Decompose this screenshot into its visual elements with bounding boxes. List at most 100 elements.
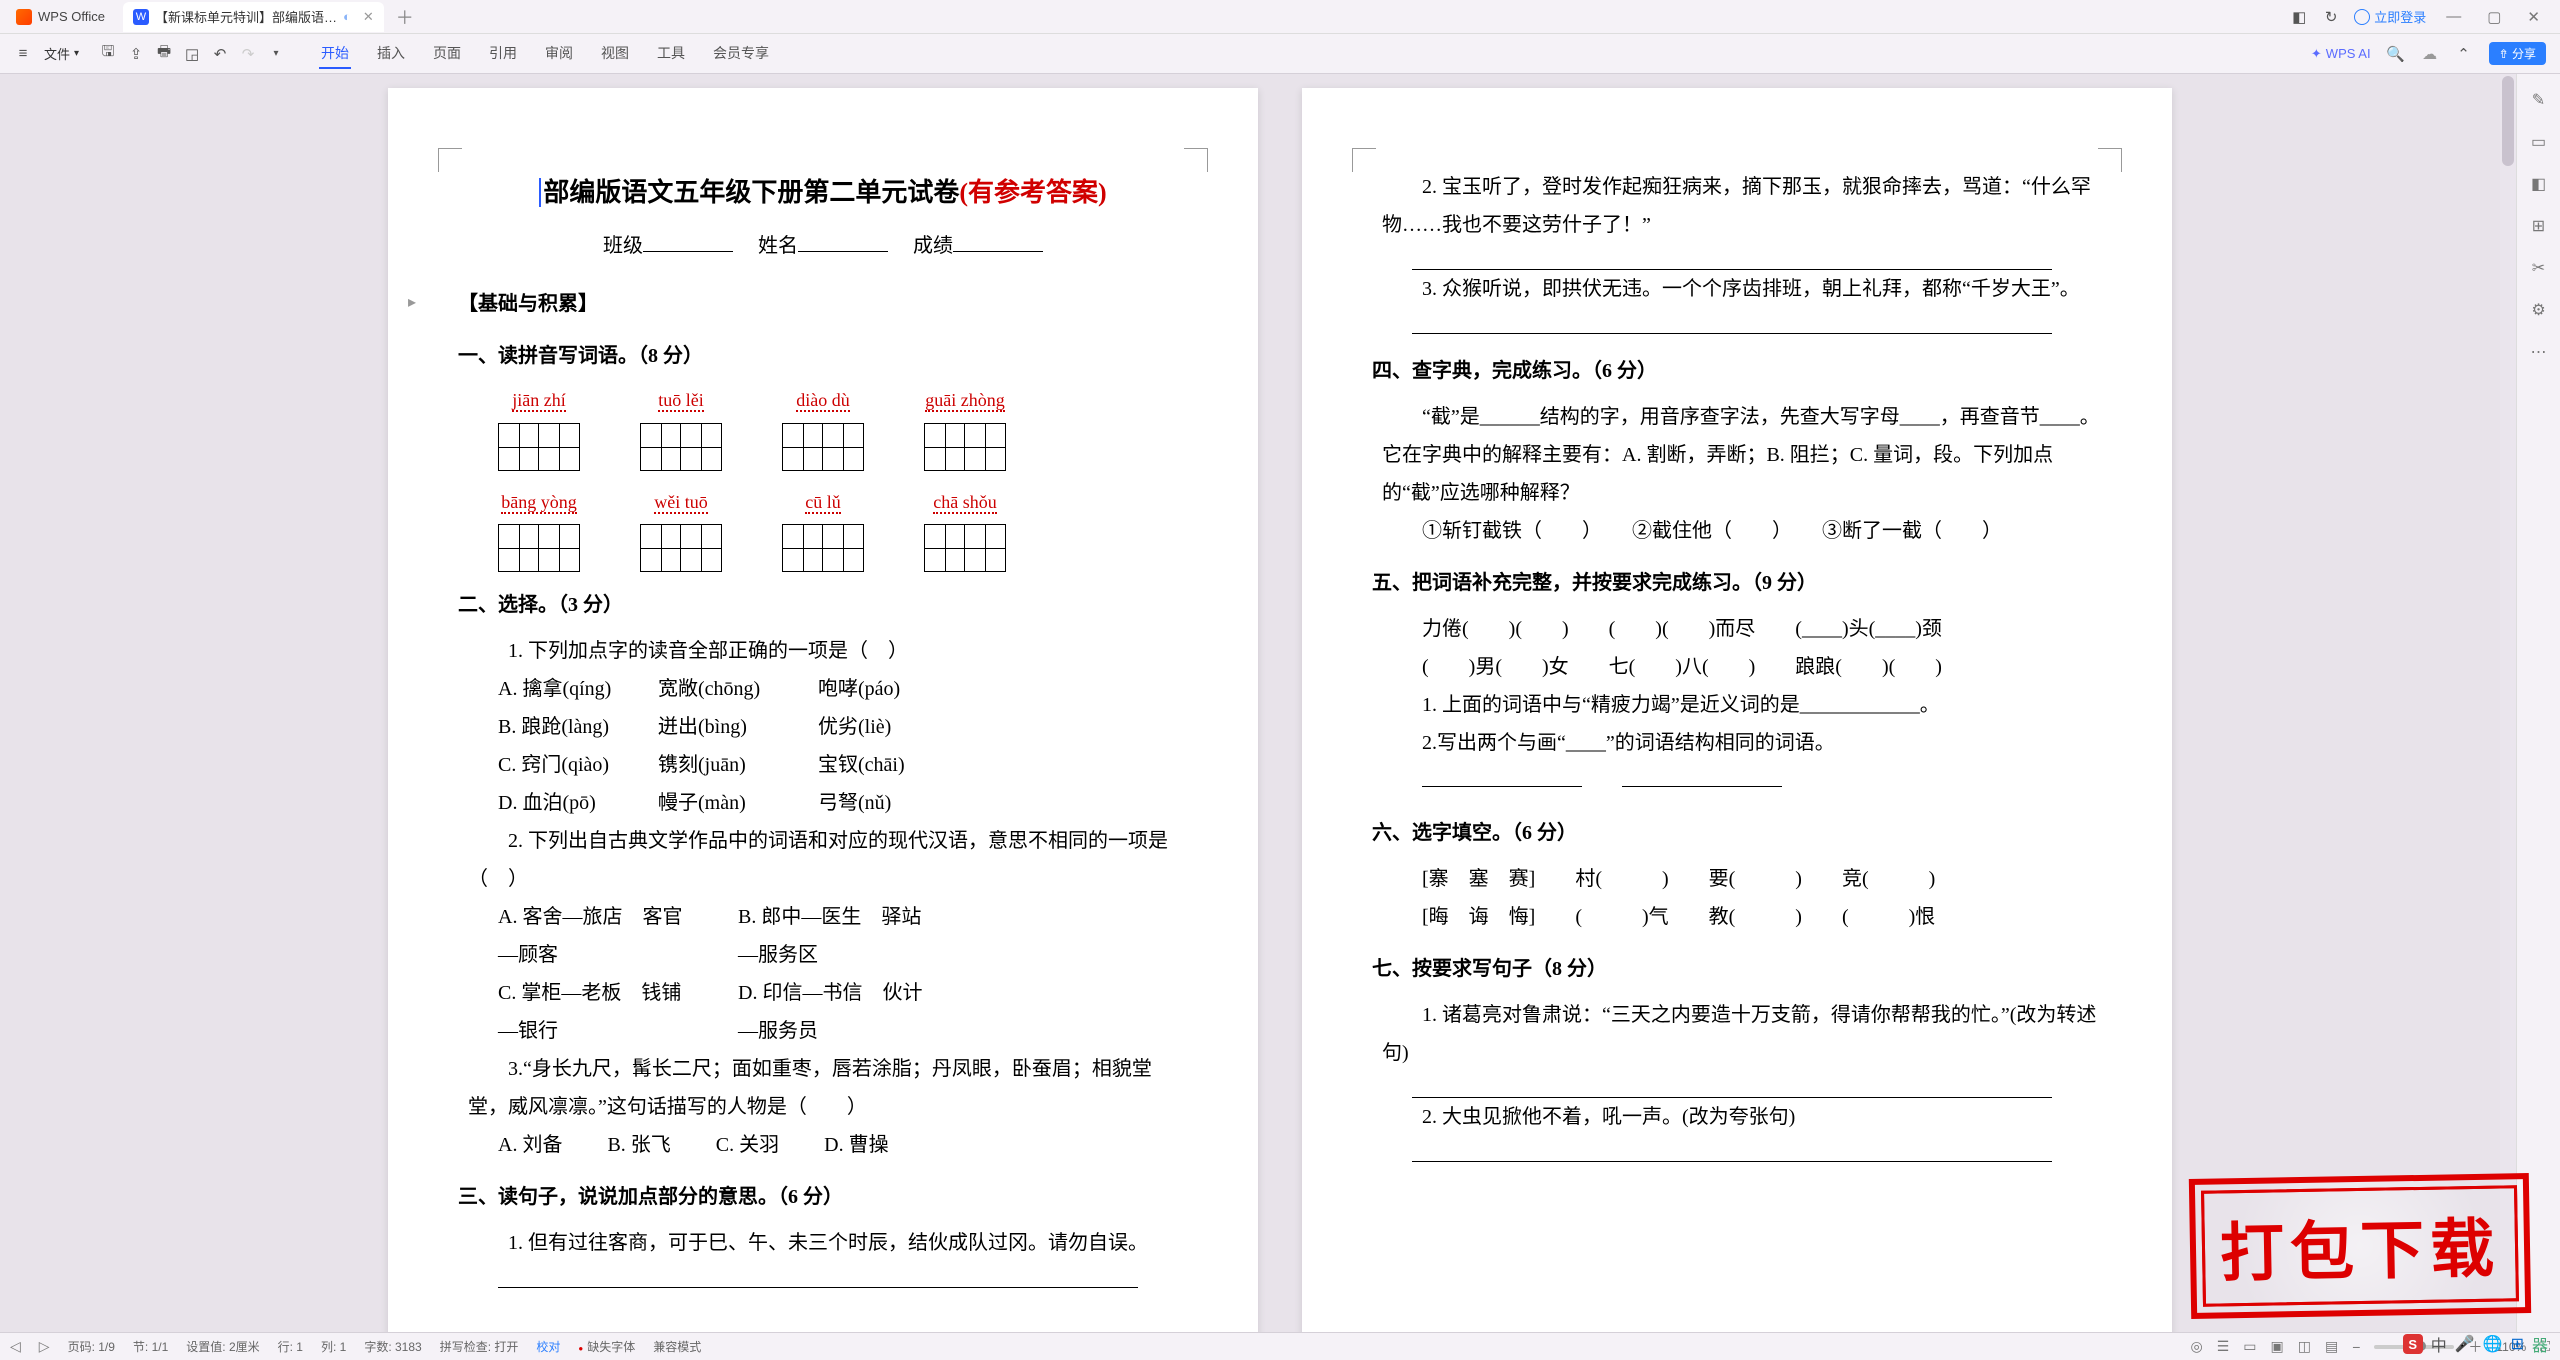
save-icon[interactable]: 🖫 [99,45,117,63]
tab-view[interactable]: 视图 [599,39,631,69]
wps-ai-button[interactable]: ✦ WPS AI [2311,46,2371,62]
status-col: 列: 1 [321,1338,346,1355]
tray-ime-icon[interactable]: 中 [2431,1332,2447,1356]
question-4: 四、查字典，完成练习。（6 分） [1372,352,2102,390]
cloud-icon[interactable]: ☁ [2421,45,2439,63]
answer-blank [1412,1080,2052,1098]
web-layout-icon[interactable]: ◫ [2298,1338,2311,1355]
tab-tools[interactable]: 工具 [655,39,687,69]
sidebar-toggle-icon[interactable]: ◧ [2290,8,2308,26]
p2-line1: 2. 宝玉听了，登时发作起痴狂病来，摘下那玉，就狠命摔去，骂道：“什么罕物……我… [1382,168,2102,244]
q2-2-ab: A. 客舍—旅店 客官—顾客 B. 郎中—医生 驿站—服务区 [498,898,1188,974]
search-icon[interactable]: 🔍 [2387,45,2405,63]
print-icon[interactable]: 🖶 [155,45,173,63]
wps-icon [16,9,32,25]
tab-review[interactable]: 审阅 [543,39,575,69]
section-heading: 【基础与积累】 [458,285,1188,323]
view-mode-icon[interactable]: ☰ [2217,1338,2230,1355]
template-icon[interactable]: ⊞ [2529,216,2549,236]
tray-app-icon[interactable]: S [2403,1334,2423,1354]
q2-1: 1. 下列加点字的读音全部正确的一项是（ ） [468,632,1188,670]
question-1: 一、读拼音写词语。（8 分） [458,337,1188,375]
login-button[interactable]: 立即登录 [2354,7,2426,26]
cloud-sync-icon: ◐ [343,9,351,24]
titlebar: WPS Office W 【新课标单元特训】部编版语… ◐ ✕ ＋ ◧ ↻ 立即… [0,0,2560,34]
q5-line1: 力倦( )( ) ( )( )而尽 (____)头(____)颈 [1382,610,2102,648]
document-canvas[interactable]: ▸ 部编版语文五年级下册第二单元试卷(有参考答案) 班级 姓名 成绩 【基础与积… [0,74,2560,1332]
more-icon[interactable]: ⋯ [2529,342,2549,362]
tray-mic-icon[interactable]: 🎤 [2455,1334,2475,1354]
status-spellcheck[interactable]: 拼写检查: 打开 [440,1338,519,1355]
close-window-button[interactable]: ✕ [2521,8,2546,26]
q2-1-b: B. 踉跄(làng)迸出(bìng)优劣(liè) [498,708,1188,746]
add-tab-button[interactable]: ＋ [384,4,426,30]
q2-2: 2. 下列出自古典文学作品中的词语和对应的现代汉语，意思不相同的一项是（ ） [468,822,1188,898]
close-tab-icon[interactable]: ✕ [363,9,374,25]
vertical-scrollbar[interactable] [2500,74,2516,1332]
redo-icon[interactable]: ↷ [239,45,257,63]
answer-blank [498,1270,1138,1288]
print-preview-icon[interactable]: ◲ [183,45,201,63]
collapse-ribbon-icon[interactable]: ⌃ [2455,45,2473,63]
tab-start[interactable]: 开始 [319,39,351,69]
target-icon[interactable]: ◎ [2190,1338,2202,1355]
tab-insert[interactable]: 插入 [375,39,407,69]
tab-reference[interactable]: 引用 [487,39,519,69]
system-tray: S 中 🎤 🌐 ⊞ 器 [2403,1332,2548,1356]
file-menu[interactable]: 文件 ▾ [38,44,85,63]
q2-2-cd: C. 掌柜—老板 钱铺—银行 D. 印信—书信 伙计—服务员 [498,974,1188,1050]
answer-blank [1412,316,2052,334]
page-layout-icon[interactable]: ▭ [2243,1338,2256,1355]
outline-view-icon[interactable]: ▤ [2325,1338,2338,1355]
status-proof[interactable]: 校对 [536,1338,560,1355]
status-missing-font[interactable]: 缺失字体 [578,1338,635,1355]
pinyin-row-2: bāng yòng wěi tuō cū lǔ chā shǒu [498,485,1188,572]
tab-page[interactable]: 页面 [431,39,463,69]
word-doc-icon: W [133,9,149,25]
document-title: 部编版语文五年级下册第二单元试卷(有参考答案) [458,168,1188,217]
ribbon: ≡ 文件 ▾ 🖫 ⇪ 🖶 ◲ ↶ ↷ ▾ 开始 插入 页面 引用 审阅 视图 工… [0,34,2560,74]
tab-member[interactable]: 会员专享 [711,39,771,69]
nav-next-icon[interactable]: ▷ [39,1338,50,1355]
question-5: 五、把词语补充完整，并按要求完成练习。（9 分） [1372,564,2102,602]
dropdown-icon[interactable]: ▾ [267,45,285,63]
answer-blank [1412,252,2052,270]
zoom-out-icon[interactable]: − [2352,1339,2360,1355]
export-icon[interactable]: ⇪ [127,45,145,63]
status-wordcount[interactable]: 字数: 3183 [364,1338,421,1355]
answer-blank [1412,1144,2052,1162]
app-logo[interactable]: WPS Office [6,9,115,25]
tray-util-icon[interactable]: 器 [2532,1332,2548,1356]
maximize-button[interactable]: ▢ [2481,8,2507,26]
select-icon[interactable]: ▭ [2529,132,2549,152]
tray-tool-icon[interactable]: ⊞ [2511,1334,2524,1354]
menu-icon[interactable]: ≡ [14,45,32,63]
outline-handle-icon[interactable]: ▸ [408,288,428,308]
q2-1-a: A. 擒拿(qíng)宽敞(chōng)咆哮(páo) [498,670,1188,708]
q5-line2: ( )男( )女 七( )八( ) 踉踉( )( ) [1382,648,2102,686]
settings-icon[interactable]: ⚙ [2529,300,2549,320]
history-icon[interactable]: ↻ [2322,8,2340,26]
pinyin-row-1: jiān zhí tuō lěi diào dù guāi zhòng [498,383,1188,470]
q6-line2: [晦 诲 悔] ( )气 教( ) ( )恨 [1382,898,2102,936]
read-mode-icon[interactable]: ▣ [2270,1338,2283,1355]
download-stamp[interactable]: 打包下载 [2189,1173,2531,1319]
q2-3: 3.“身长九尺，髯长二尺；面如重枣，唇若涂脂；丹凤眼，卧蚕眉；相貌堂堂，威风凛凛… [468,1050,1188,1126]
edit-icon[interactable]: ✎ [2529,90,2549,110]
scrollbar-thumb[interactable] [2502,76,2514,166]
question-2: 二、选择。（3 分） [458,586,1188,624]
minimize-button[interactable]: — [2440,8,2467,25]
margin-corner-icon [1184,148,1208,172]
tray-net-icon[interactable]: 🌐 [2483,1334,2503,1354]
clip-icon[interactable]: ✂ [2529,258,2549,278]
status-section: 节: 1/1 [133,1338,168,1355]
document-tab[interactable]: W 【新课标单元特训】部编版语… ◐ ✕ [123,2,384,32]
share-button[interactable]: ⇮ 分享 [2489,42,2546,65]
layers-icon[interactable]: ◧ [2529,174,2549,194]
nav-prev-icon[interactable]: ◁ [10,1338,21,1355]
undo-icon[interactable]: ↶ [211,45,229,63]
right-sidebar: ✎ ▭ ◧ ⊞ ✂ ⚙ ⋯ [2516,74,2560,1332]
status-page[interactable]: 页码: 1/9 [68,1338,115,1355]
avatar-icon [2354,9,2370,25]
q4-items: ①斩钉截铁（ ） ②截住他（ ） ③断了一截（ ） [1382,512,2102,550]
